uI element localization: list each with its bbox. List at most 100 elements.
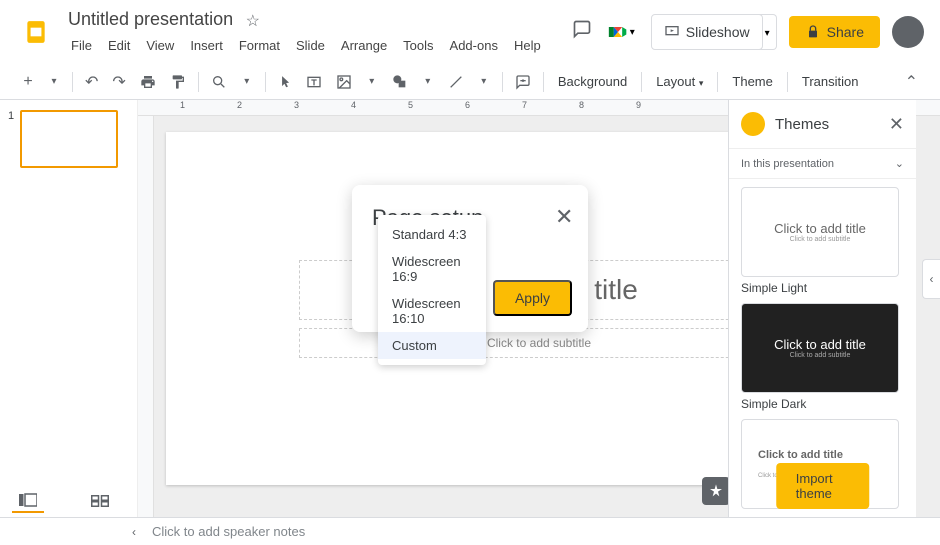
filmstrip-view-tab[interactable] (12, 489, 44, 513)
menu-addons[interactable]: Add-ons (443, 34, 505, 57)
themes-icon (741, 112, 765, 136)
menu-help[interactable]: Help (507, 34, 548, 57)
explore-button[interactable] (702, 477, 730, 505)
layout-button[interactable]: Layout ▾ (648, 70, 711, 93)
apply-button[interactable]: Apply (493, 280, 572, 316)
preview-title: Click to add title (774, 337, 866, 352)
grid-icon (91, 494, 109, 508)
title-area: Untitled presentation ☆ File Edit View I… (64, 7, 572, 57)
shape-icon (392, 74, 408, 90)
chevron-down-icon: ▾ (699, 78, 704, 88)
slides-logo[interactable] (16, 12, 56, 52)
zoom-button[interactable] (205, 70, 233, 94)
meet-button[interactable]: ▾ (604, 18, 639, 46)
line-dropdown[interactable]: ▾ (472, 70, 496, 94)
vertical-ruler (138, 116, 154, 517)
theme-item-simple-dark[interactable]: Click to add title Click to add subtitle… (741, 303, 904, 411)
separator (265, 72, 266, 92)
present-icon (664, 24, 680, 40)
explore-icon (708, 483, 724, 499)
print-icon (140, 74, 156, 90)
header-actions: ▾ Slideshow ▾ Share (572, 14, 924, 50)
redo-button[interactable]: ↷ (106, 70, 131, 94)
comment-icon (515, 74, 531, 90)
slides-icon (23, 19, 49, 45)
meet-icon (608, 22, 628, 42)
side-panel-tab[interactable]: ‹ (922, 259, 940, 299)
image-icon (336, 74, 352, 90)
textbox-tool[interactable] (300, 70, 328, 94)
menu-edit[interactable]: Edit (101, 34, 137, 57)
account-avatar[interactable] (892, 16, 924, 48)
transition-button[interactable]: Transition (794, 70, 867, 93)
preview-subtitle: Click to add subtitle (790, 236, 851, 243)
ruler-mark: 8 (553, 100, 610, 115)
view-tabs (12, 489, 116, 513)
filmstrip: 1 (0, 100, 138, 517)
themes-scope-label: In this presentation (741, 158, 834, 170)
collapse-toolbar-button[interactable]: ⌃ (899, 70, 924, 94)
preview-title: Click to add title (774, 221, 866, 236)
comment-button[interactable] (509, 70, 537, 94)
share-button[interactable]: Share (789, 16, 880, 48)
ruler-mark: 5 (382, 100, 439, 115)
aspect-ratio-dropdown: Standard 4:3 Widescreen 16:9 Widescreen … (378, 215, 486, 365)
slide-subtitle-placeholder[interactable]: Click to add subtitle (299, 328, 779, 358)
zoom-dropdown[interactable]: ▾ (235, 70, 259, 94)
themes-panel: Themes ✕ In this presentation ⌄ Click to… (728, 100, 916, 517)
separator (717, 72, 718, 92)
paint-format-button[interactable] (164, 70, 192, 94)
dropdown-option-custom[interactable]: Custom (378, 332, 486, 359)
dropdown-option-widescreen-169[interactable]: Widescreen 16:9 (378, 248, 486, 290)
menu-view[interactable]: View (139, 34, 181, 57)
background-button[interactable]: Background (550, 70, 635, 93)
menu-file[interactable]: File (64, 34, 99, 57)
menu-format[interactable]: Format (232, 34, 287, 57)
shape-dropdown[interactable]: ▾ (416, 70, 440, 94)
speaker-notes-placeholder[interactable]: Click to add speaker notes (144, 524, 305, 539)
menu-arrange[interactable]: Arrange (334, 34, 394, 57)
separator (787, 72, 788, 92)
slide-thumbnail[interactable] (20, 110, 118, 168)
menu-tools[interactable]: Tools (396, 34, 440, 57)
shape-tool[interactable] (386, 70, 414, 94)
theme-preview: Click to add title Click to add subtitle (741, 303, 899, 393)
star-icon[interactable]: ☆ (246, 11, 260, 31)
slideshow-label: Slideshow (686, 24, 750, 40)
grid-view-tab[interactable] (84, 489, 116, 513)
separator (543, 72, 544, 92)
ruler-mark: 2 (211, 100, 268, 115)
comments-icon[interactable] (572, 19, 592, 45)
app-header: Untitled presentation ☆ File Edit View I… (0, 0, 940, 64)
new-slide-button[interactable]: + (16, 70, 40, 94)
speaker-notes-bar: ‹ Click to add speaker notes (0, 517, 940, 545)
textbox-icon (306, 74, 322, 90)
slideshow-button[interactable]: Slideshow (651, 14, 763, 50)
ruler-mark: 6 (439, 100, 496, 115)
theme-button[interactable]: Theme (724, 70, 780, 93)
new-slide-dropdown[interactable]: ▾ (42, 70, 66, 94)
menu-insert[interactable]: Insert (183, 34, 230, 57)
import-theme-button[interactable]: Import theme (776, 463, 870, 509)
line-tool[interactable] (442, 70, 470, 94)
close-icon[interactable]: ✕ (889, 114, 904, 135)
menu-slide[interactable]: Slide (289, 34, 332, 57)
themes-list: Click to add title Click to add subtitle… (729, 179, 916, 509)
themes-scope-dropdown[interactable]: In this presentation ⌄ (729, 149, 916, 179)
collapse-filmstrip-icon[interactable]: ‹ (132, 525, 136, 539)
chevron-down-icon: ▾ (630, 27, 635, 38)
dropdown-option-widescreen-1610[interactable]: Widescreen 16:10 (378, 290, 486, 332)
document-title[interactable]: Untitled presentation (64, 7, 237, 32)
print-button[interactable] (134, 70, 162, 94)
chevron-up-icon: ⌃ (905, 72, 918, 92)
chevron-down-icon: ⌄ (895, 157, 904, 170)
close-icon[interactable]: ✕ (555, 204, 573, 230)
theme-item-simple-light[interactable]: Click to add title Click to add subtitle… (741, 187, 904, 295)
slideshow-dropdown[interactable]: ▾ (759, 14, 777, 50)
preview-subtitle: Click to add subtitle (790, 352, 851, 359)
image-dropdown[interactable]: ▾ (360, 70, 384, 94)
undo-button[interactable]: ↶ (79, 70, 104, 94)
image-tool[interactable] (330, 70, 358, 94)
select-tool[interactable] (272, 70, 298, 94)
dropdown-option-standard[interactable]: Standard 4:3 (378, 221, 486, 248)
